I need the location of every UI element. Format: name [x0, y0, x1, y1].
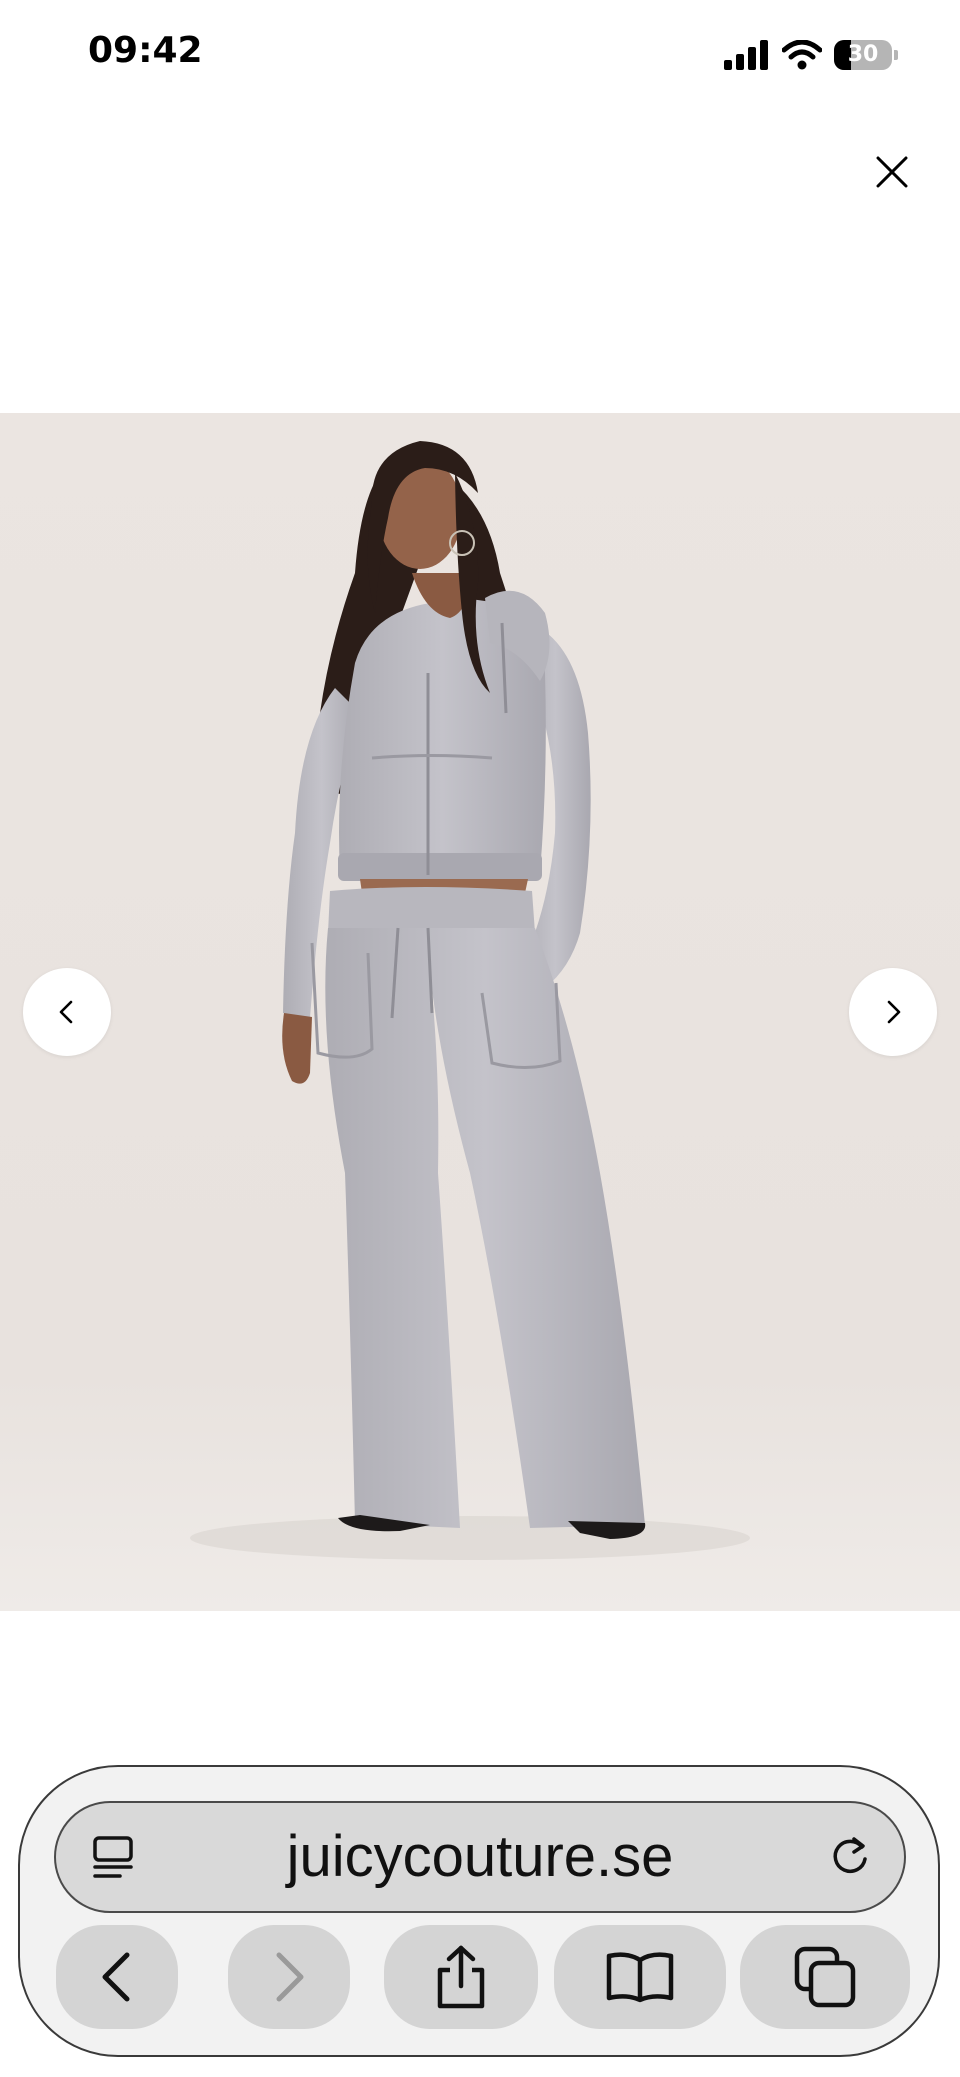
reload-button[interactable] — [826, 1833, 874, 1881]
signal-icon — [724, 40, 768, 70]
status-time: 09:42 — [88, 30, 203, 71]
chevron-left-icon — [59, 1000, 73, 1024]
close-button[interactable] — [870, 150, 914, 194]
share-icon — [437, 1945, 485, 2009]
address-bar[interactable]: juicycouture.se — [54, 1801, 906, 1913]
bookmarks-icon — [606, 1952, 674, 2003]
battery-icon: 30 — [834, 40, 892, 70]
browser-chrome: juicycouture.se — [18, 1765, 940, 2057]
status-bar: 09:42 30 — [0, 0, 960, 110]
status-icons: 30 — [724, 36, 898, 74]
back-button[interactable] — [56, 1925, 178, 2029]
bookmarks-button[interactable] — [554, 1925, 726, 2029]
tabs-icon — [794, 1946, 856, 2008]
reload-icon — [833, 1837, 867, 1874]
wifi-icon — [782, 40, 822, 70]
next-image-button[interactable] — [849, 968, 937, 1056]
close-icon — [876, 156, 908, 188]
battery-level: 30 — [847, 42, 879, 67]
battery-nub — [894, 50, 898, 60]
previous-image-button[interactable] — [23, 968, 111, 1056]
tabs-button[interactable] — [740, 1925, 910, 2029]
share-button[interactable] — [384, 1925, 538, 2029]
chevron-right-icon — [887, 1000, 901, 1024]
product-gallery[interactable] — [0, 413, 960, 1611]
url-text[interactable]: juicycouture.se — [56, 1803, 904, 1911]
product-image — [0, 413, 960, 1611]
back-icon — [102, 1952, 130, 2002]
forward-icon — [276, 1952, 304, 2002]
forward-button[interactable] — [228, 1925, 350, 2029]
